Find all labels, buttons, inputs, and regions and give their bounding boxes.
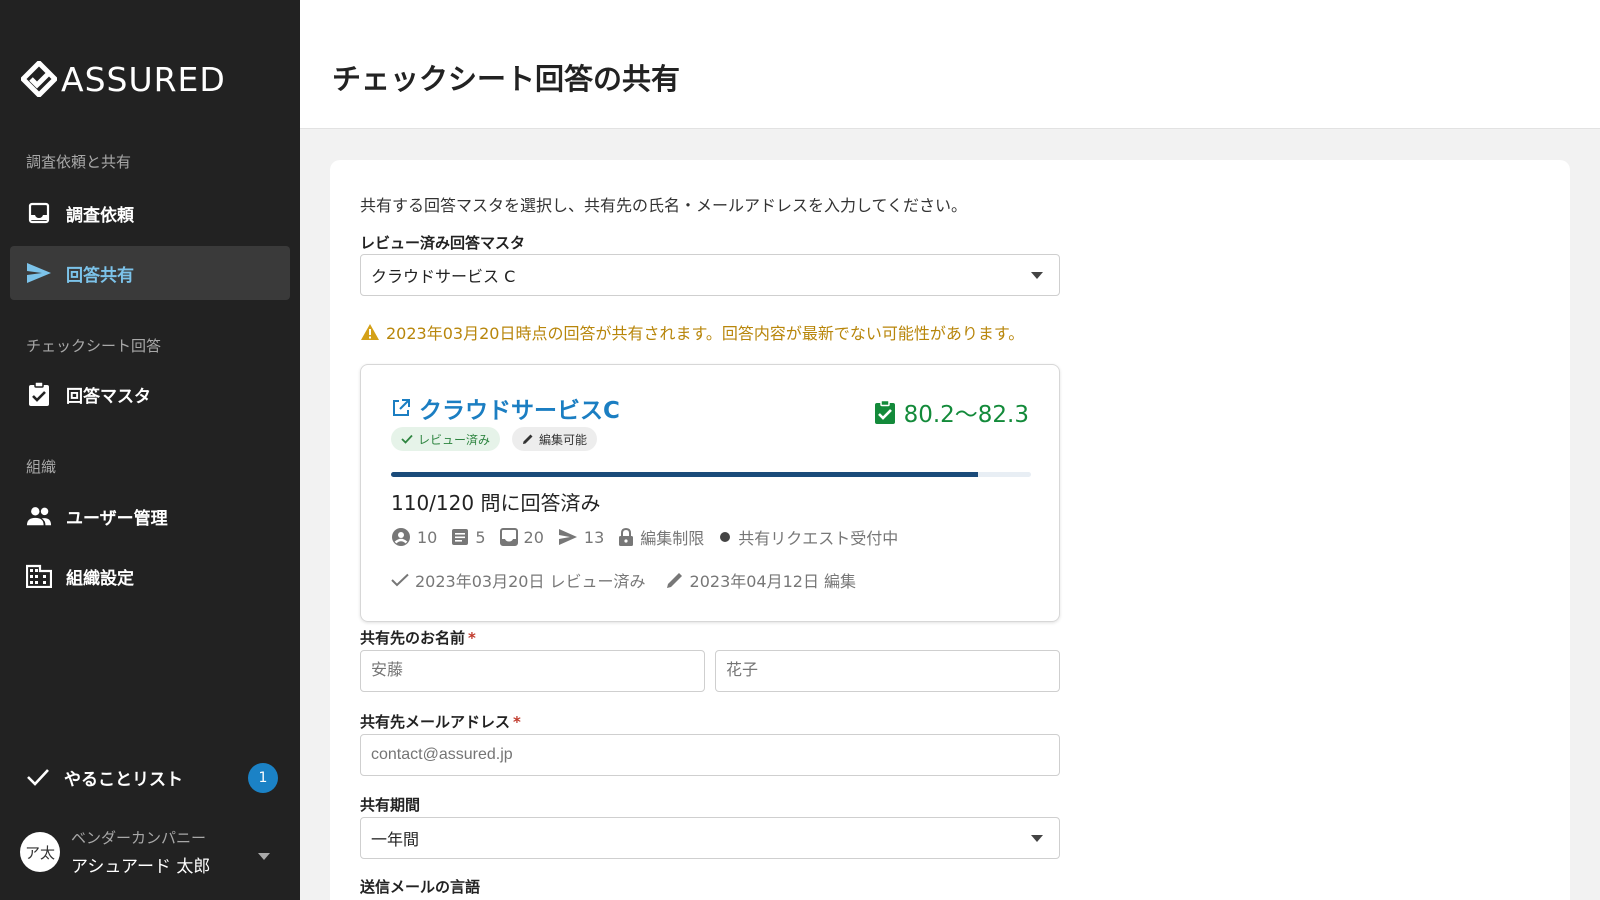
stat-edit-restriction: 編集制限 [618, 525, 704, 549]
share-period-value: 一年間 [371, 830, 420, 849]
score-value: 80.2〜82.3 [903, 402, 1029, 428]
warning-message: 2023年03月20日時点の回答が共有されます。回答内容が最新でない可能性があり… [360, 320, 1024, 344]
stat-documents: 5 [451, 528, 486, 547]
mail-language-label: 送信メールの言語 [360, 878, 481, 896]
sidebar-item-label: 組織設定 [66, 568, 134, 589]
check-icon [26, 767, 50, 787]
sidebar-item-survey-requests[interactable]: 調査依頼 [10, 186, 290, 240]
inbox-icon [26, 200, 52, 226]
share-period-label: 共有期間 [360, 796, 421, 814]
recipient-email-label: 共有先メールアドレス * [360, 713, 521, 731]
send-icon [558, 528, 578, 546]
service-dates: 2023年03月20日 レビュー済み 2023年04月12日 編集 [391, 568, 876, 592]
user-company: ベンダーカンパニー [71, 829, 207, 847]
share-form-card: 共有する回答マスタを選択し、共有先の氏名・メールアドレスを入力してください。 レ… [330, 160, 1570, 900]
clipboard-check-icon [26, 381, 52, 407]
todo-list-link[interactable]: やることリスト 1 [10, 752, 290, 802]
warning-text: 2023年03月20日時点の回答が共有されます。回答内容が最新でない可能性があり… [386, 324, 1025, 343]
external-link-icon [391, 398, 411, 418]
master-select-label: レビュー済み回答マスタ [360, 234, 526, 252]
pencil-icon [522, 433, 534, 445]
people-icon [26, 503, 52, 529]
first-name-input[interactable] [715, 650, 1060, 692]
last-name-input[interactable] [360, 650, 705, 692]
warning-icon [360, 323, 380, 341]
chevron-down-icon [1031, 835, 1043, 842]
sidebar-item-label: 回答マスタ [66, 386, 151, 407]
editable-chip: 編集可能 [512, 427, 598, 451]
assured-logo[interactable]: ASSURED [21, 58, 226, 100]
user-circle-icon [391, 527, 411, 547]
share-period-select[interactable]: 一年間 [360, 817, 1060, 859]
building-icon [26, 563, 52, 589]
answer-progress-bar [391, 472, 1031, 477]
sidebar-item-label: ユーザー管理 [66, 508, 168, 529]
email-field[interactable] [360, 734, 1060, 776]
answer-master-select[interactable]: クラウドサービス C [360, 254, 1060, 296]
page-title: チェックシート回答の共有 [332, 62, 681, 96]
clipboard-check-icon [874, 399, 896, 425]
service-stats: 10 5 20 13 編集制限 共有リクエスト受付中 [391, 525, 912, 549]
reviewed-date: 2023年03月20日 レビュー済み [391, 568, 646, 592]
document-icon [451, 528, 469, 546]
chevron-down-icon[interactable] [258, 846, 270, 865]
user-menu[interactable]: ア太 ベンダーカンパニー アシュアード 太郎 [20, 822, 290, 882]
check-icon [401, 434, 413, 444]
sidebar-item-user-management[interactable]: ユーザー管理 [10, 489, 290, 543]
recipient-name-label: 共有先のお名前 * [360, 629, 476, 647]
logo-mark-icon [21, 61, 57, 97]
check-icon [391, 573, 409, 587]
answered-count: 110/120 問に回答済み [391, 491, 601, 515]
sidebar-item-org-settings[interactable]: 組織設定 [10, 549, 290, 603]
todo-label: やることリスト [64, 769, 183, 790]
todo-count-badge: 1 [248, 763, 278, 793]
section-label-checksheet: チェックシート回答 [26, 337, 162, 355]
required-mark: * [468, 629, 476, 647]
required-mark: * [513, 713, 521, 731]
brand-name: ASSURED [61, 59, 226, 99]
service-title: クラウドサービスC [419, 398, 620, 424]
section-label-organization: 組織 [26, 458, 57, 476]
inbox-icon [499, 528, 518, 546]
service-score: 80.2〜82.3 [874, 395, 1029, 429]
chevron-down-icon [1031, 272, 1043, 279]
sidebar-item-answer-master[interactable]: 回答マスタ [10, 367, 290, 421]
section-label-survey: 調査依頼と共有 [26, 153, 132, 171]
user-name: アシュアード 太郎 [71, 857, 211, 877]
dot-icon [718, 530, 732, 544]
sidebar-item-label: 回答共有 [66, 265, 134, 286]
answer-progress-fill [391, 472, 978, 477]
avatar: ア太 [20, 832, 60, 872]
stat-users: 10 [391, 527, 437, 547]
sidebar-item-answer-sharing[interactable]: 回答共有 [10, 246, 290, 300]
answer-master-value: クラウドサービス C [371, 267, 516, 286]
service-summary-card: クラウドサービスC 80.2〜82.3 レビュー済み 編集可能 110/120 … [360, 364, 1060, 622]
send-icon [26, 260, 52, 286]
pencil-icon [666, 571, 684, 589]
form-instruction: 共有する回答マスタを選択し、共有先の氏名・メールアドレスを入力してください。 [360, 196, 968, 215]
sidebar: ASSURED 調査依頼と共有 調査依頼 回答共有 チェックシート回答 回答マス… [0, 0, 300, 900]
stat-requests: 20 [499, 528, 544, 547]
stat-share-requests: 共有リクエスト受付中 [718, 525, 898, 549]
stat-shares: 13 [558, 528, 604, 547]
sidebar-item-label: 調査依頼 [66, 205, 134, 226]
service-title-link[interactable]: クラウドサービスC [391, 391, 620, 425]
page-header: チェックシート回答の共有 [300, 0, 1600, 129]
lock-icon [618, 527, 634, 547]
reviewed-chip: レビュー済み [391, 427, 501, 451]
edited-date: 2023年04月12日 編集 [666, 568, 856, 592]
status-chips: レビュー済み 編集可能 [391, 427, 609, 451]
